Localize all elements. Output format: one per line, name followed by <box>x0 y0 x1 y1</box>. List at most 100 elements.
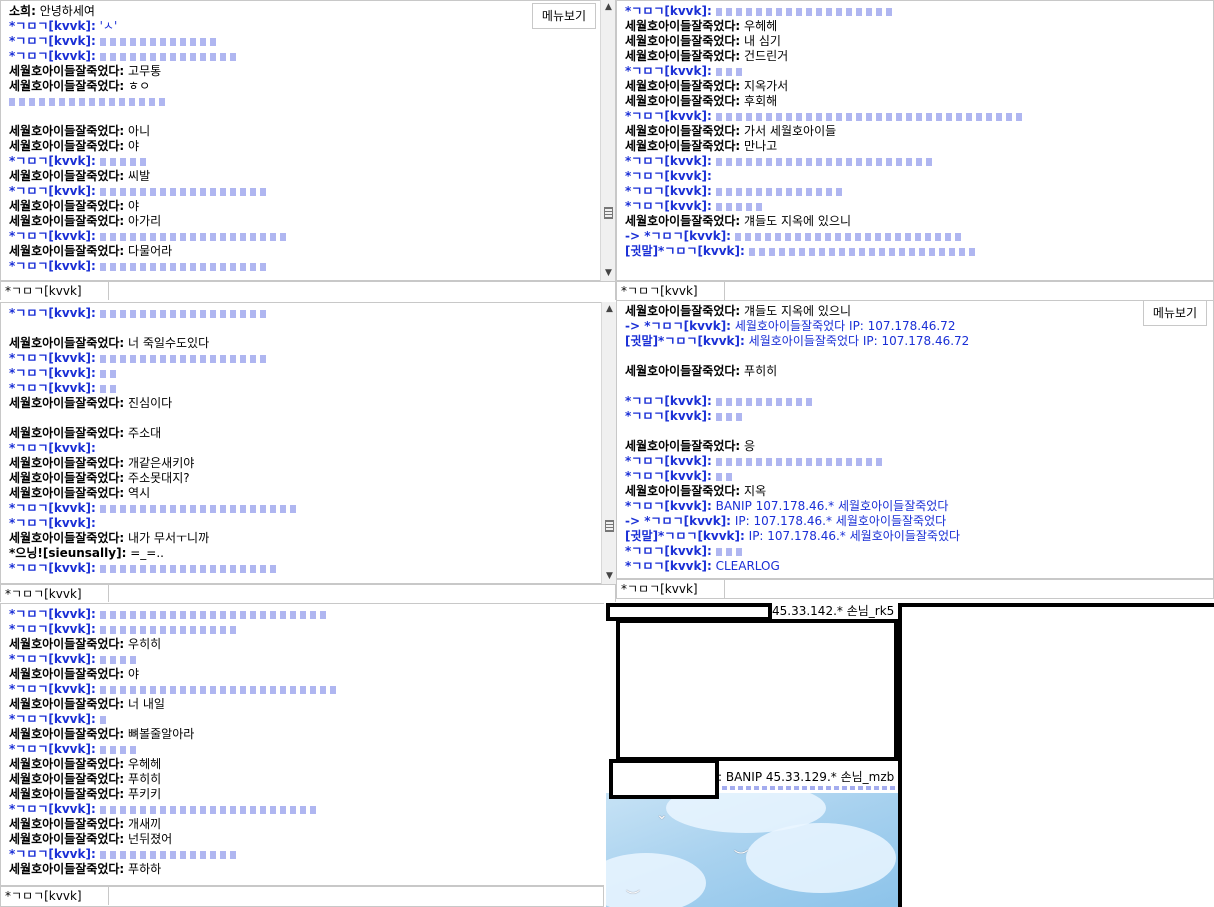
message-nickname[interactable]: *ㄱㅁㄱ[kvvk]: <box>9 802 96 816</box>
message-nickname[interactable]: *ㄱㅁㄱ[kvvk]: <box>625 4 712 18</box>
message-nickname[interactable]: 세월호아이들잘죽었다: <box>625 79 740 93</box>
scrollbar[interactable]: ▲ ▼ <box>601 302 616 584</box>
message-nickname[interactable]: 세월호아이들잘죽었다: <box>9 727 124 741</box>
message-nickname[interactable]: [귓말]*ㄱㅁㄱ[kvvk]: <box>625 334 745 348</box>
message-nickname[interactable]: *ㄱㅁㄱ[kvvk]: <box>9 381 96 395</box>
message-nickname[interactable]: -> *ㄱㅁㄱ[kvvk]: <box>625 514 731 528</box>
message-nickname[interactable]: *ㄱㅁㄱ[kvvk]: <box>9 847 96 861</box>
message-nickname[interactable]: 세월호아이들잘죽었다: <box>625 364 740 378</box>
message-nickname[interactable]: *ㄱㅁㄱ[kvvk]: <box>9 306 96 320</box>
message-nickname[interactable]: *ㄱㅁㄱ[kvvk]: <box>9 49 96 63</box>
message-nickname[interactable]: *ㄱㅁㄱ[kvvk]: <box>9 184 96 198</box>
message-nickname[interactable]: 세월호아이들잘죽었다: <box>625 484 740 498</box>
message-nickname[interactable]: 세월호아이들잘죽었다: <box>625 304 740 318</box>
message-nickname[interactable]: *ㄱㅁㄱ[kvvk]: <box>9 366 96 380</box>
message-nickname[interactable]: *ㄱㅁㄱ[kvvk]: <box>9 19 96 33</box>
menu-view-button[interactable]: 메뉴보기 <box>1143 300 1207 326</box>
message-nickname[interactable]: 세월호아이들잘죽었다: <box>625 94 740 108</box>
scroll-up-arrow-icon[interactable]: ▲ <box>601 0 616 15</box>
chat-message: *ㄱㅁㄱ[kvvk]: <box>9 49 615 64</box>
message-nickname[interactable]: 세월호아이들잘죽었다: <box>9 531 124 545</box>
message-nickname[interactable]: 세월호아이들잘죽었다: <box>9 79 124 93</box>
message-nickname[interactable]: *ㄱㅁㄱ[kvvk]: <box>9 561 96 575</box>
message-nickname[interactable]: *ㄱㅁㄱ[kvvk]: <box>625 169 712 183</box>
message-nickname[interactable]: 세월호아이들잘죽었다: <box>625 139 740 153</box>
chat-input[interactable] <box>725 282 1213 300</box>
message-nickname[interactable]: 세월호아이들잘죽었다: <box>9 124 124 138</box>
chat-input[interactable] <box>109 282 615 300</box>
message-nickname[interactable]: *ㄱㅁㄱ[kvvk]: <box>9 259 96 273</box>
menu-view-button[interactable]: 메뉴보기 <box>532 3 596 29</box>
message-nickname[interactable]: *ㄱㅁㄱ[kvvk]: <box>9 622 96 636</box>
message-nickname[interactable]: *ㄱㅁㄱ[kvvk]: <box>9 441 96 455</box>
message-nickname[interactable]: 세월호아이들잘죽었다: <box>9 64 124 78</box>
message-nickname[interactable]: 세월호아이들잘죽었다: <box>9 169 124 183</box>
message-nickname[interactable]: *ㄱㅁㄱ[kvvk]: <box>9 652 96 666</box>
message-nickname[interactable]: *ㄱㅁㄱ[kvvk]: <box>625 559 712 573</box>
message-nickname[interactable]: [귓말]*ㄱㅁㄱ[kvvk]: <box>625 244 745 258</box>
message-nickname[interactable]: *ㄱㅁㄱ[kvvk]: <box>9 229 96 243</box>
message-nickname[interactable]: *ㄱㅁㄱ[kvvk]: <box>625 544 712 558</box>
message-nickname[interactable]: 세월호아이들잘죽었다: <box>9 486 124 500</box>
message-nickname[interactable]: *ㄱㅁㄱ[kvvk]: <box>625 154 712 168</box>
message-nickname[interactable]: *ㄱㅁㄱ[kvvk]: <box>9 351 96 365</box>
message-nickname[interactable]: 세월호아이들잘죽었다: <box>625 34 740 48</box>
message-nickname[interactable]: 세월호아이들잘죽었다: <box>9 757 124 771</box>
message-nickname[interactable]: 세월호아이들잘죽었다: <box>9 637 124 651</box>
message-nickname[interactable]: 세월호아이들잘죽었다: <box>625 214 740 228</box>
message-nickname[interactable]: *ㄱㅁㄱ[kvvk]: <box>625 499 712 513</box>
message-nickname[interactable]: 세월호아이들잘죽었다: <box>9 471 124 485</box>
message-nickname[interactable]: 세월호아이들잘죽었다: <box>9 667 124 681</box>
message-nickname[interactable]: 세월호아이들잘죽었다: <box>9 456 124 470</box>
message-nickname[interactable]: *ㄱㅁㄱ[kvvk]: <box>625 64 712 78</box>
message-nickname[interactable]: *으닝![sieunsally]: <box>9 546 126 560</box>
scrollbar[interactable]: ▲ ▼ <box>600 0 615 281</box>
scroll-thumb[interactable] <box>605 520 614 532</box>
chat-input[interactable] <box>109 887 603 905</box>
message-nickname[interactable]: *ㄱㅁㄱ[kvvk]: <box>9 682 96 696</box>
message-nickname[interactable]: [귓말]*ㄱㅁㄱ[kvvk]: <box>625 529 745 543</box>
chat-input[interactable] <box>109 585 615 602</box>
message-nickname[interactable]: 세월호아이들잘죽었다: <box>9 787 124 801</box>
message-nickname[interactable]: 세월호아이들잘죽었다: <box>9 862 124 876</box>
message-nickname[interactable]: 세월호아이들잘죽었다: <box>9 426 124 440</box>
message-nickname[interactable]: 세월호아이들잘죽었다: <box>9 697 124 711</box>
message-nickname[interactable]: 세월호아이들잘죽었다: <box>9 139 124 153</box>
message-nickname[interactable]: *ㄱㅁㄱ[kvvk]: <box>9 34 96 48</box>
message-nickname[interactable]: 세월호아이들잘죽었다: <box>625 49 740 63</box>
message-nickname[interactable]: 세월호아이들잘죽었다: <box>9 817 124 831</box>
message-nickname[interactable]: 세월호아이들잘죽었다: <box>9 396 124 410</box>
chat-log: *ㄱㅁㄱ[kvvk]: 세월호아이들잘죽었다: 너 죽일수도있다 *ㄱㅁㄱ[kvv… <box>0 302 616 584</box>
scroll-down-arrow-icon[interactable]: ▼ <box>602 569 616 584</box>
message-nickname[interactable]: *ㄱㅁㄱ[kvvk]: <box>625 199 712 213</box>
message-nickname[interactable]: *ㄱㅁㄱ[kvvk]: <box>625 109 712 123</box>
scroll-up-arrow-icon[interactable]: ▲ <box>602 302 616 317</box>
message-nickname[interactable]: *ㄱㅁㄱ[kvvk]: <box>625 469 712 483</box>
message-nickname[interactable]: *ㄱㅁㄱ[kvvk]: <box>9 712 96 726</box>
message-nickname[interactable]: 세월호아이들잘죽었다: <box>9 214 124 228</box>
chat-message: *ㄱㅁㄱ[kvvk]: <box>9 501 615 516</box>
message-nickname[interactable]: 세월호아이들잘죽었다: <box>9 244 124 258</box>
message-nickname[interactable]: 세월호아이들잘죽었다: <box>625 439 740 453</box>
message-nickname[interactable]: *ㄱㅁㄱ[kvvk]: <box>9 607 96 621</box>
message-nickname[interactable]: *ㄱㅁㄱ[kvvk]: <box>625 184 712 198</box>
scroll-thumb[interactable] <box>604 207 613 219</box>
message-nickname[interactable]: -> *ㄱㅁㄱ[kvvk]: <box>625 229 731 243</box>
scroll-down-arrow-icon[interactable]: ▼ <box>601 266 616 281</box>
message-nickname[interactable]: *ㄱㅁㄱ[kvvk]: <box>9 154 96 168</box>
message-nickname[interactable]: *ㄱㅁㄱ[kvvk]: <box>625 454 712 468</box>
message-nickname[interactable]: 세월호아이들잘죽었다: <box>9 772 124 786</box>
message-nickname[interactable]: 세월호아이들잘죽었다: <box>625 19 740 33</box>
chat-input[interactable] <box>725 580 1213 598</box>
message-nickname[interactable]: -> *ㄱㅁㄱ[kvvk]: <box>625 319 731 333</box>
message-nickname[interactable]: 세월호아이들잘죽었다: <box>625 124 740 138</box>
message-nickname[interactable]: 세월호아이들잘죽었다: <box>9 832 124 846</box>
message-nickname[interactable]: 세월호아이들잘죽었다: <box>9 336 124 350</box>
message-nickname[interactable]: 세월호아이들잘죽었다: <box>9 199 124 213</box>
message-nickname[interactable]: *ㄱㅁㄱ[kvvk]: <box>625 394 712 408</box>
message-nickname[interactable]: *ㄱㅁㄱ[kvvk]: <box>9 742 96 756</box>
message-nickname[interactable]: *ㄱㅁㄱ[kvvk]: <box>625 409 712 423</box>
message-nickname[interactable]: 소희: <box>9 4 36 18</box>
message-nickname[interactable]: *ㄱㅁㄱ[kvvk]: <box>9 501 96 515</box>
message-nickname[interactable]: *ㄱㅁㄱ[kvvk]: <box>9 516 96 530</box>
